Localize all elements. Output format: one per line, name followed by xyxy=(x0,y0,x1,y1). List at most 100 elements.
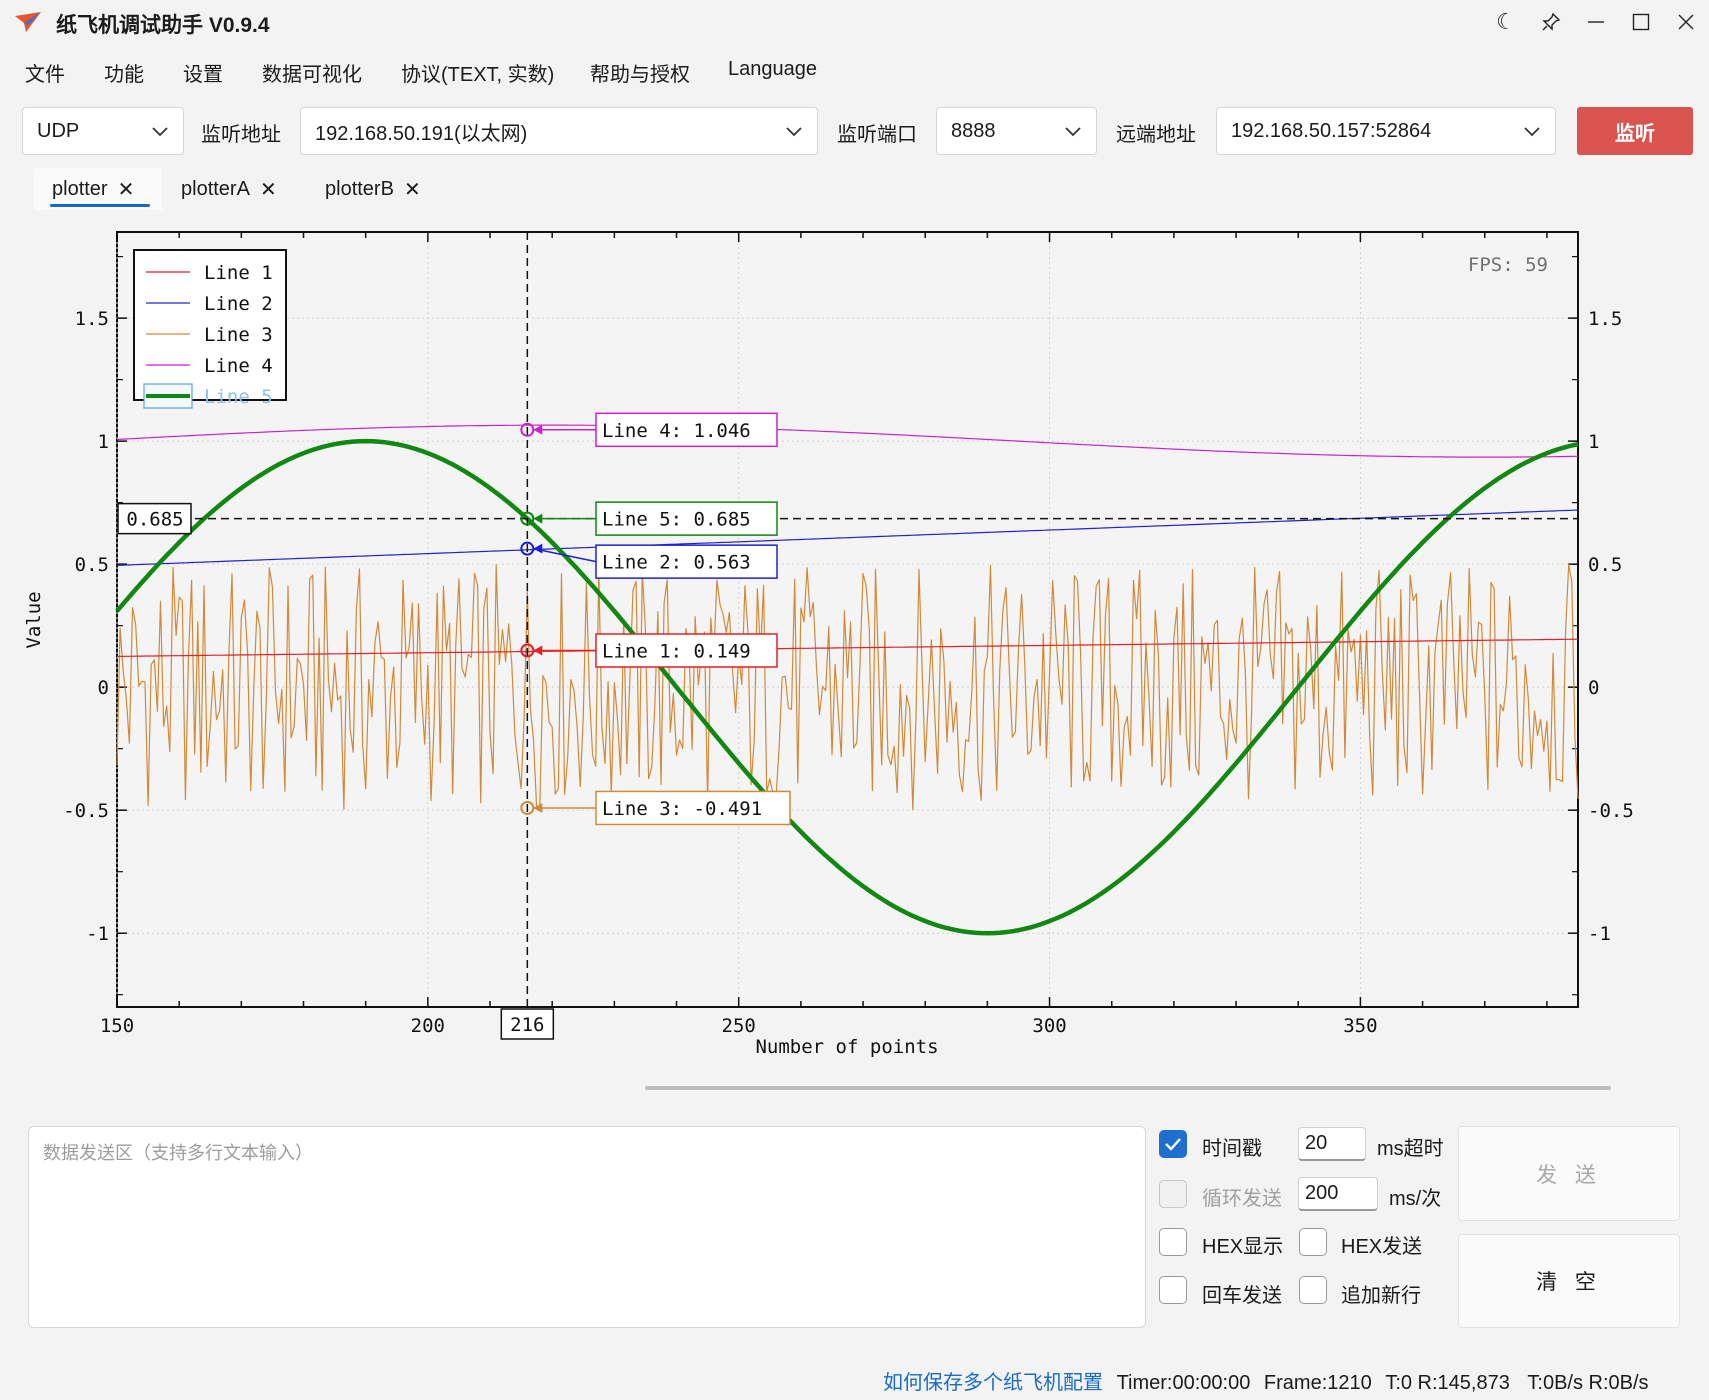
legend-label[interactable]: Line 4 xyxy=(204,355,273,377)
close-tab-icon[interactable]: ✕ xyxy=(118,177,135,202)
timestamp-checkbox[interactable] xyxy=(1159,1130,1187,1158)
y-tick-label-right: 0 xyxy=(1588,677,1599,699)
send-button[interactable]: 发 送 xyxy=(1458,1126,1680,1221)
chevron-down-icon xyxy=(786,127,802,137)
enter-send-checkbox[interactable] xyxy=(1159,1276,1187,1304)
y-tick-label: 1.5 xyxy=(75,308,109,330)
menu-language[interactable]: Language xyxy=(728,58,817,81)
readout-label: Line 4: 1.046 xyxy=(602,420,751,442)
loop-send-checkbox[interactable] xyxy=(1159,1180,1187,1208)
chevron-down-icon xyxy=(1524,127,1540,137)
fps-label: FPS: 59 xyxy=(1468,254,1548,276)
listen-address-label: 监听地址 xyxy=(201,124,281,146)
listen-button[interactable]: 监听 xyxy=(1577,107,1693,155)
timer-status: Timer:00:00:00 xyxy=(1116,1372,1251,1394)
tab-label: plotterA xyxy=(181,177,250,200)
remote-address-select[interactable]: 192.168.50.157:52864 xyxy=(1216,107,1556,155)
remote-address-label: 远端地址 xyxy=(1116,124,1196,146)
listen-address-select[interactable]: 192.168.50.191(以太网) xyxy=(300,107,818,155)
timeout-input[interactable]: 20 xyxy=(1298,1127,1366,1161)
y-tick-label: 0.5 xyxy=(75,554,109,576)
legend[interactable]: Line 1 Line 2 Line 3 Line 4 Line 5 xyxy=(133,249,287,409)
active-tab-indicator xyxy=(50,204,150,207)
y-tick-label-right: -0.5 xyxy=(1588,800,1634,822)
readout-label: Line 2: 0.563 xyxy=(602,552,751,574)
y-tick-label: 0 xyxy=(98,677,109,699)
moon-icon[interactable]: ☾ xyxy=(1487,6,1525,38)
clear-button[interactable]: 清 空 xyxy=(1458,1234,1680,1328)
hex-send-checkbox[interactable] xyxy=(1299,1228,1327,1256)
loop-send-label: 循环发送 xyxy=(1202,1188,1282,1210)
window-title: 纸飞机调试助手 V0.9.4 xyxy=(56,14,270,37)
y-axis-title: Value xyxy=(23,591,45,648)
readout-label: Line 5: 0.685 xyxy=(602,509,751,531)
remote-address-value: 192.168.50.157:52864 xyxy=(1231,119,1432,142)
legend-label[interactable]: Line 3 xyxy=(204,324,273,346)
splitter-handle[interactable] xyxy=(645,1086,1611,1090)
cursor-y-label: 0.685 xyxy=(126,509,183,531)
protocol-value: UDP xyxy=(37,119,80,142)
config-help-link[interactable]: 如何保存多个纸飞机配置 xyxy=(883,1372,1103,1394)
plot-background xyxy=(116,231,1579,1008)
hex-display-checkbox[interactable] xyxy=(1159,1228,1187,1256)
enter-send-label: 回车发送 xyxy=(1202,1285,1282,1307)
menu-help[interactable]: 帮助与授权 xyxy=(590,58,690,87)
chevron-down-icon xyxy=(152,127,168,137)
cursor-x-label: 216 xyxy=(510,1014,544,1036)
send-data-input[interactable]: 数据发送区（支持多行文本输入） xyxy=(28,1126,1146,1328)
close-tab-icon[interactable]: ✕ xyxy=(260,177,277,202)
menu-protocol[interactable]: 协议(TEXT, 实数) xyxy=(401,58,554,87)
menu-visualization[interactable]: 数据可视化 xyxy=(262,58,362,87)
x-axis-title: Number of points xyxy=(755,1036,938,1058)
tab-plottera[interactable]: plotterA ✕ xyxy=(181,168,277,210)
listen-port-label: 监听端口 xyxy=(837,124,917,146)
y-tick-label-right: 0.5 xyxy=(1588,554,1622,576)
maximize-icon[interactable] xyxy=(1622,6,1660,38)
x-tick-label: 300 xyxy=(1032,1015,1066,1037)
loop-interval-input[interactable]: 200 xyxy=(1298,1177,1378,1211)
y-tick-label: 1 xyxy=(98,431,109,453)
timeout-unit-label: ms超时 xyxy=(1377,1138,1444,1160)
listen-port-select[interactable]: 8888 xyxy=(936,107,1097,155)
count-status: T:0 R:145,873 xyxy=(1385,1372,1510,1394)
x-tick-label: 200 xyxy=(411,1015,445,1037)
tab-plotterb[interactable]: plotterB ✕ xyxy=(325,168,421,210)
append-newline-checkbox[interactable] xyxy=(1299,1276,1327,1304)
pin-icon[interactable] xyxy=(1532,6,1570,38)
tab-label: plotter xyxy=(52,177,108,200)
menu-file[interactable]: 文件 xyxy=(25,58,65,87)
protocol-select[interactable]: UDP xyxy=(22,107,184,155)
legend-label[interactable]: Line 2 xyxy=(204,293,273,315)
x-tick-label: 250 xyxy=(722,1015,756,1037)
frame-status: Frame:1210 xyxy=(1263,1372,1372,1394)
rate-status: T:0B/s R:0B/s xyxy=(1527,1372,1649,1394)
app-logo-icon xyxy=(14,10,42,34)
y-tick-label-right: 1.5 xyxy=(1588,308,1622,330)
menu-function[interactable]: 功能 xyxy=(104,58,144,87)
y-tick-label-right: 1 xyxy=(1588,431,1599,453)
chevron-down-icon xyxy=(1065,127,1081,137)
close-tab-icon[interactable]: ✕ xyxy=(404,177,421,202)
readout-label: Line 1: 0.149 xyxy=(602,641,751,663)
hex-send-label: HEX发送 xyxy=(1341,1236,1423,1258)
listen-port-value: 8888 xyxy=(951,119,996,142)
plot-area[interactable]: 150 200 250 300 350 -1 -1 -0.5 -0.5 0 0 0.5 0.5 1 1 1.5… xyxy=(0,215,1709,1070)
readout-label: Line 3: -0.491 xyxy=(602,798,762,820)
x-tick-label: 150 xyxy=(100,1015,134,1037)
append-newline-label: 追加新行 xyxy=(1341,1285,1421,1307)
tab-label: plotterB xyxy=(325,177,394,200)
status-bar: 如何保存多个纸飞机配置 Timer:00:00:00 Frame:1210 T:… xyxy=(883,1366,1649,1395)
minimize-icon[interactable] xyxy=(1577,6,1615,38)
y-tick-label: -0.5 xyxy=(63,800,109,822)
x-tick-label: 350 xyxy=(1343,1015,1377,1037)
listen-address-value: 192.168.50.191(以太网) xyxy=(315,122,528,145)
menu-settings[interactable]: 设置 xyxy=(183,58,223,87)
y-tick-label-right: -1 xyxy=(1588,923,1611,945)
loop-unit-label: ms/次 xyxy=(1389,1188,1442,1210)
legend-label[interactable]: Line 5 xyxy=(204,386,273,408)
hex-display-label: HEX显示 xyxy=(1202,1236,1284,1258)
timestamp-label: 时间戳 xyxy=(1202,1138,1262,1160)
y-tick-label: -1 xyxy=(86,923,109,945)
legend-label[interactable]: Line 1 xyxy=(204,262,273,284)
close-icon[interactable] xyxy=(1667,6,1705,38)
